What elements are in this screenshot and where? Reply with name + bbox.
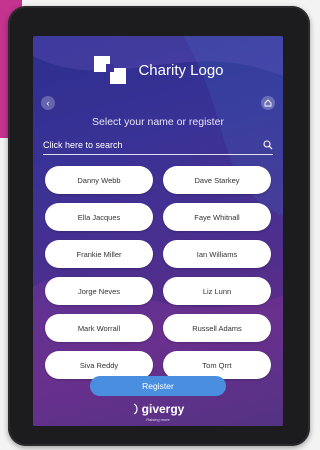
name-button-ella-jacques[interactable]: Ella Jacques xyxy=(45,203,153,231)
kiosk-screen: Charity Logo ‹ Select your name or regis… xyxy=(33,36,283,426)
select-name-prompt: Select your name or register xyxy=(92,116,224,128)
name-button-faye-whitnall[interactable]: Faye Whitnall xyxy=(163,203,271,231)
search-icon[interactable] xyxy=(263,140,273,150)
search-input[interactable]: Click here to search xyxy=(43,136,273,155)
home-button[interactable] xyxy=(261,96,275,110)
name-button-ian-williams[interactable]: Ian Williams xyxy=(163,240,271,268)
givergy-brand: givergy Raising more xyxy=(33,402,283,422)
chevron-left-icon: ‹ xyxy=(46,98,50,108)
back-button[interactable]: ‹ xyxy=(41,96,55,110)
name-button-liz-lunn[interactable]: Liz Lunn xyxy=(163,277,271,305)
charity-logo: Charity Logo xyxy=(33,50,283,90)
givergy-logo-icon xyxy=(133,403,138,415)
name-button-russell-adams[interactable]: Russell Adams xyxy=(163,314,271,342)
charity-logo-text: Charity Logo xyxy=(138,61,224,79)
name-button-siva-reddy[interactable]: Siva Reddy xyxy=(45,351,153,379)
name-list: Danny Webb Dave Starkey Ella Jacques Fay… xyxy=(45,166,271,379)
name-button-frankie-miller[interactable]: Frankie Miller xyxy=(45,240,153,268)
home-icon xyxy=(264,99,272,107)
name-button-tom-qrrt[interactable]: Tom Qrrt xyxy=(163,351,271,379)
name-button-jorge-neves[interactable]: Jorge Neves xyxy=(45,277,153,305)
brand-tagline: Raising more xyxy=(146,417,170,422)
name-button-mark-worrall[interactable]: Mark Worrall xyxy=(45,314,153,342)
register-button[interactable]: Register xyxy=(90,376,226,396)
search-placeholder: Click here to search xyxy=(43,140,123,150)
brand-name: givergy xyxy=(141,402,185,416)
name-button-dave-starkey[interactable]: Dave Starkey xyxy=(163,166,271,194)
charity-logo-icon xyxy=(94,56,127,84)
name-button-danny-webb[interactable]: Danny Webb xyxy=(45,166,153,194)
